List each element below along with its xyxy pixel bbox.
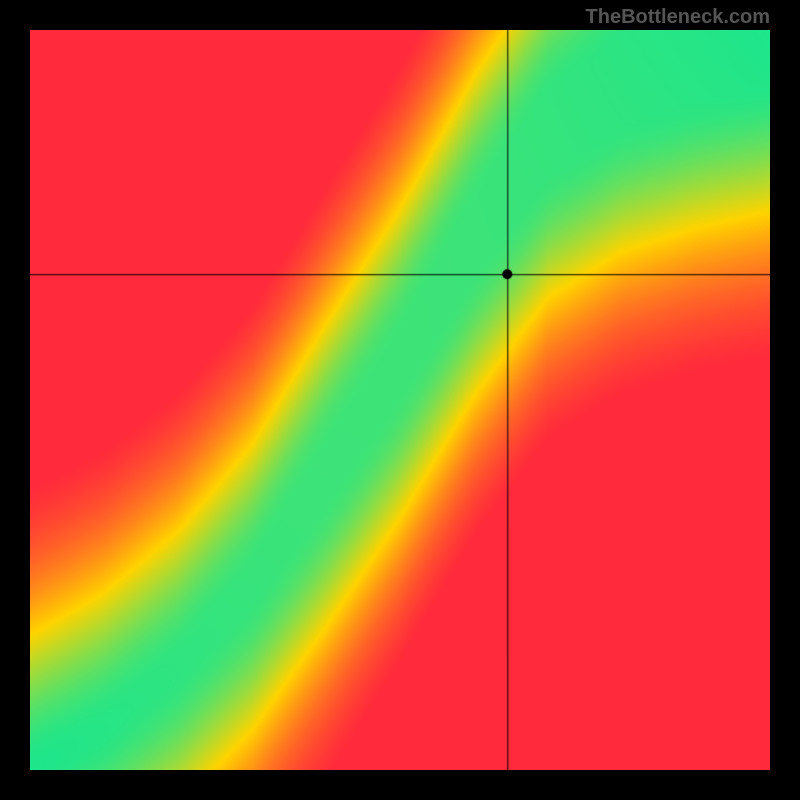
heatmap-canvas xyxy=(30,30,770,770)
watermark-text: TheBottleneck.com xyxy=(586,6,770,29)
chart-container: TheBottleneck.com xyxy=(0,0,800,800)
heatmap-plot xyxy=(30,30,770,770)
